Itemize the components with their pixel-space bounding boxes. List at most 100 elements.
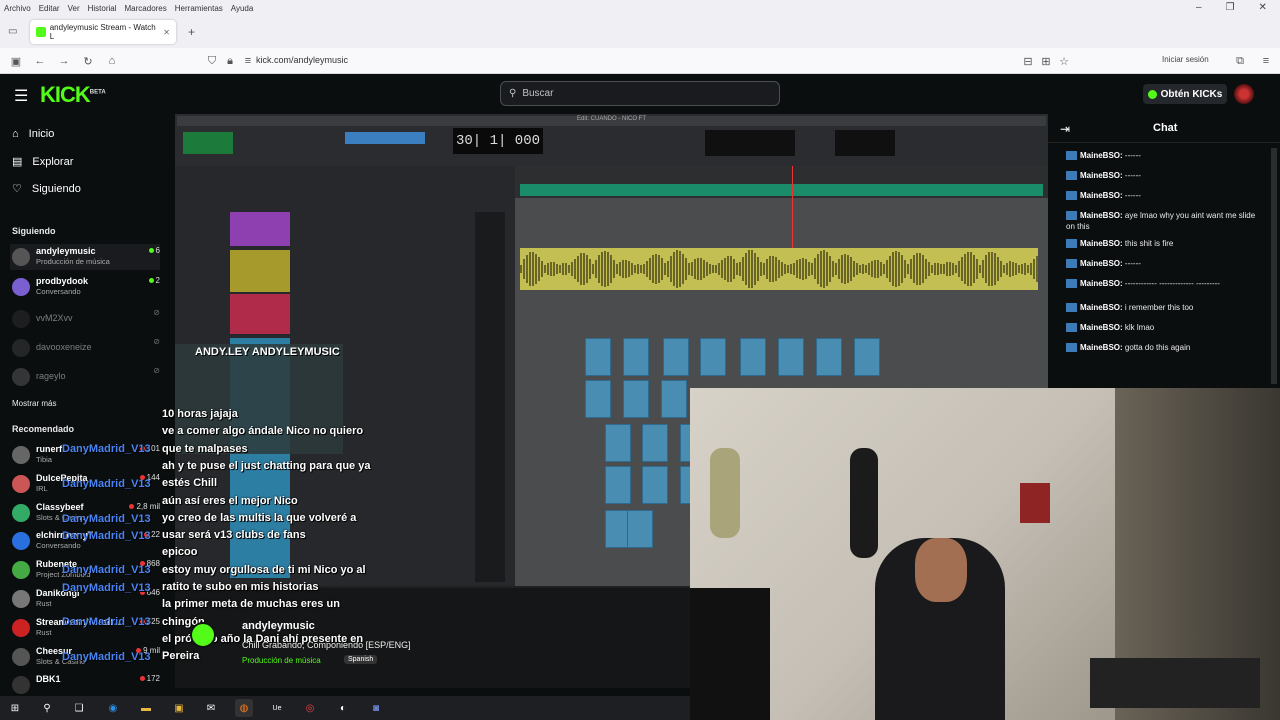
recommended-channel[interactable]: Danikongi Rust 646	[10, 586, 160, 612]
save-icon[interactable]: ⊞	[1038, 53, 1054, 69]
search-icon: ⚲	[509, 88, 517, 99]
menu-editar[interactable]: Editar	[39, 4, 60, 13]
avatar	[12, 676, 30, 695]
following-channel-offline[interactable]: vvM2Xvv ⊘	[10, 306, 160, 332]
search-icon[interactable]: ⚲	[38, 699, 56, 717]
discord-icon[interactable]: ◙	[367, 699, 385, 717]
avatar	[12, 248, 30, 266]
forward-icon[interactable]: →	[56, 53, 72, 69]
navigation-bar: ▣ ← → ↻ ⌂ ⛉ 🔒︎ ≡ kick.com/andyleymusic ⊟…	[0, 48, 1280, 74]
tab-title: andyleymusic Stream - Watch L	[49, 23, 156, 41]
daw-midi-clip	[854, 338, 880, 376]
user-badge-icon	[1066, 303, 1077, 313]
daw-midi-clip	[700, 338, 726, 376]
user-badge-icon	[1066, 239, 1077, 249]
menu-ver[interactable]: Ver	[68, 4, 80, 13]
browser-tab-active[interactable]: andyleymusic Stream - Watch L ✕	[30, 20, 176, 44]
monitor-shape	[690, 588, 770, 720]
chrome-icon[interactable]: ◎	[301, 699, 319, 717]
wall-decor	[1020, 483, 1050, 523]
extensions-icon[interactable]: ⧉	[1232, 53, 1248, 69]
close-window-icon[interactable]: ✕	[1259, 2, 1267, 13]
chat-panel: ⇥ Chat MaineBSO: ------ MaineBSO: ------ M…	[1048, 114, 1280, 388]
nav-explorar[interactable]: ▤ Explorar	[12, 155, 73, 169]
obs-icon[interactable]: ◐	[334, 699, 352, 717]
shield-icon[interactable]: ⛉	[204, 53, 220, 69]
collapse-chat-icon[interactable]: ⇥	[1060, 122, 1070, 136]
avatar	[12, 503, 30, 522]
search-input[interactable]: ⚲ Buscar	[500, 81, 780, 106]
offline-icon: ⊘	[153, 337, 160, 346]
chat-scrollbar[interactable]	[1271, 148, 1277, 384]
recommended-channel[interactable]: Classybeef Slots & Casino 2,8 mil	[10, 500, 160, 526]
kick-logo[interactable]: KICKBETA	[40, 82, 106, 108]
live-dot-icon	[139, 561, 145, 567]
following-channel-andyleymusic[interactable]: andyleymusic Producción de música 6	[10, 244, 160, 270]
minimize-icon[interactable]: –	[1196, 2, 1202, 13]
avatar	[12, 647, 30, 666]
following-channel-offline[interactable]: rageylo ⊘	[10, 364, 160, 390]
bookmark-star-icon[interactable]: ☆	[1056, 53, 1072, 69]
firefox-icon[interactable]: ◍	[235, 699, 253, 717]
recommended-channel[interactable]: DBK1 172	[10, 672, 160, 698]
screenshot-icon[interactable]: ⊟	[1020, 53, 1036, 69]
back-icon[interactable]: ←	[32, 53, 48, 69]
following-channel-offline[interactable]: davooxeneize ⊘	[10, 335, 160, 361]
recommended-channel[interactable]: DulcePepita IRL 144	[10, 471, 160, 497]
home-button-icon[interactable]: ⌂	[104, 53, 120, 69]
user-badge-icon	[1066, 259, 1077, 269]
tab-list-icon[interactable]: ▭	[8, 26, 17, 37]
streamer-name[interactable]: andyleymusic	[242, 620, 315, 632]
kicks-coin-icon	[1147, 89, 1157, 99]
get-kicks-button[interactable]: Obtén KICKs	[1143, 84, 1227, 104]
show-more-link[interactable]: Mostrar más	[12, 399, 56, 408]
menu-ayuda[interactable]: Ayuda	[231, 4, 254, 13]
live-dot-icon	[139, 590, 145, 595]
recommended-channel[interactable]: runerf Tibia 101	[10, 442, 160, 468]
following-heading: Siguiendo	[12, 226, 56, 236]
sidebar-toggle-icon[interactable]: ▣	[8, 53, 24, 69]
menu-herramientas[interactable]: Herramientas	[175, 4, 223, 13]
user-avatar[interactable]	[1234, 84, 1254, 104]
keyboard-controller	[1090, 658, 1260, 708]
app-menu-icon[interactable]: ≡	[1258, 53, 1274, 69]
recommended-channel[interactable]: Streameruniversit... Rust 525	[10, 615, 160, 641]
streamer-avatar[interactable]	[190, 622, 216, 648]
chat-message: MaineBSO: this shit is fire	[1066, 238, 1256, 249]
url-bar[interactable]: kick.com/andyleymusic	[256, 55, 348, 65]
windows-start-icon[interactable]: ⊞	[6, 699, 24, 717]
file-explorer-icon[interactable]: ▬	[137, 699, 155, 717]
daw-app-icon[interactable]: Ue	[268, 699, 286, 717]
live-dot-icon	[129, 503, 135, 509]
recommended-channel[interactable]: Rubenete Project Zomboid 868	[10, 557, 160, 583]
menu-marcadores[interactable]: Marcadores	[125, 4, 167, 13]
live-dot-icon	[139, 618, 145, 624]
daw-midi-clip	[642, 424, 668, 462]
menu-historial[interactable]: Historial	[88, 4, 117, 13]
nav-inicio[interactable]: ⌂ Inicio	[12, 128, 54, 140]
guitar-shape	[850, 448, 878, 558]
stream-category[interactable]: Producción de música	[242, 656, 321, 665]
chat-message: MaineBSO: ------	[1066, 150, 1256, 161]
maximize-icon[interactable]: ❐	[1226, 2, 1235, 13]
edge-icon[interactable]: ◉	[104, 699, 122, 717]
chat-message: MaineBSO: ------	[1066, 258, 1256, 269]
recommended-channel[interactable]: elchirriponyT Conversando 22	[10, 528, 160, 554]
reload-icon[interactable]: ↻	[80, 53, 96, 69]
chat-messages: MaineBSO: ------ MaineBSO: ------ MaineBSO…	[1048, 150, 1280, 388]
nav-siguiendo[interactable]: ♡ Siguiendo	[12, 182, 81, 196]
mail-icon[interactable]: ✉	[202, 699, 220, 717]
live-dot-icon	[148, 278, 154, 283]
permissions-icon[interactable]: ≡	[240, 53, 256, 69]
task-view-icon[interactable]: ❏	[70, 699, 88, 717]
stream-title: Chill Grabando, Componiendo [ESP/ENG]	[242, 640, 411, 650]
store-icon[interactable]: ▣	[170, 699, 188, 717]
menu-archivo[interactable]: Archivo	[4, 4, 31, 13]
hamburger-menu-icon[interactable]: ☰	[14, 86, 28, 106]
new-tab-icon[interactable]: +	[188, 25, 195, 39]
signin-button[interactable]: Iniciar sesión	[1162, 55, 1209, 64]
lock-icon[interactable]: 🔒︎	[222, 53, 238, 69]
close-tab-icon[interactable]: ✕	[163, 28, 170, 37]
following-channel-prodbydook[interactable]: prodbydook Conversando 2	[10, 274, 160, 300]
recommended-channel[interactable]: Cheesur Slots & Casino 9 mil	[10, 644, 160, 670]
